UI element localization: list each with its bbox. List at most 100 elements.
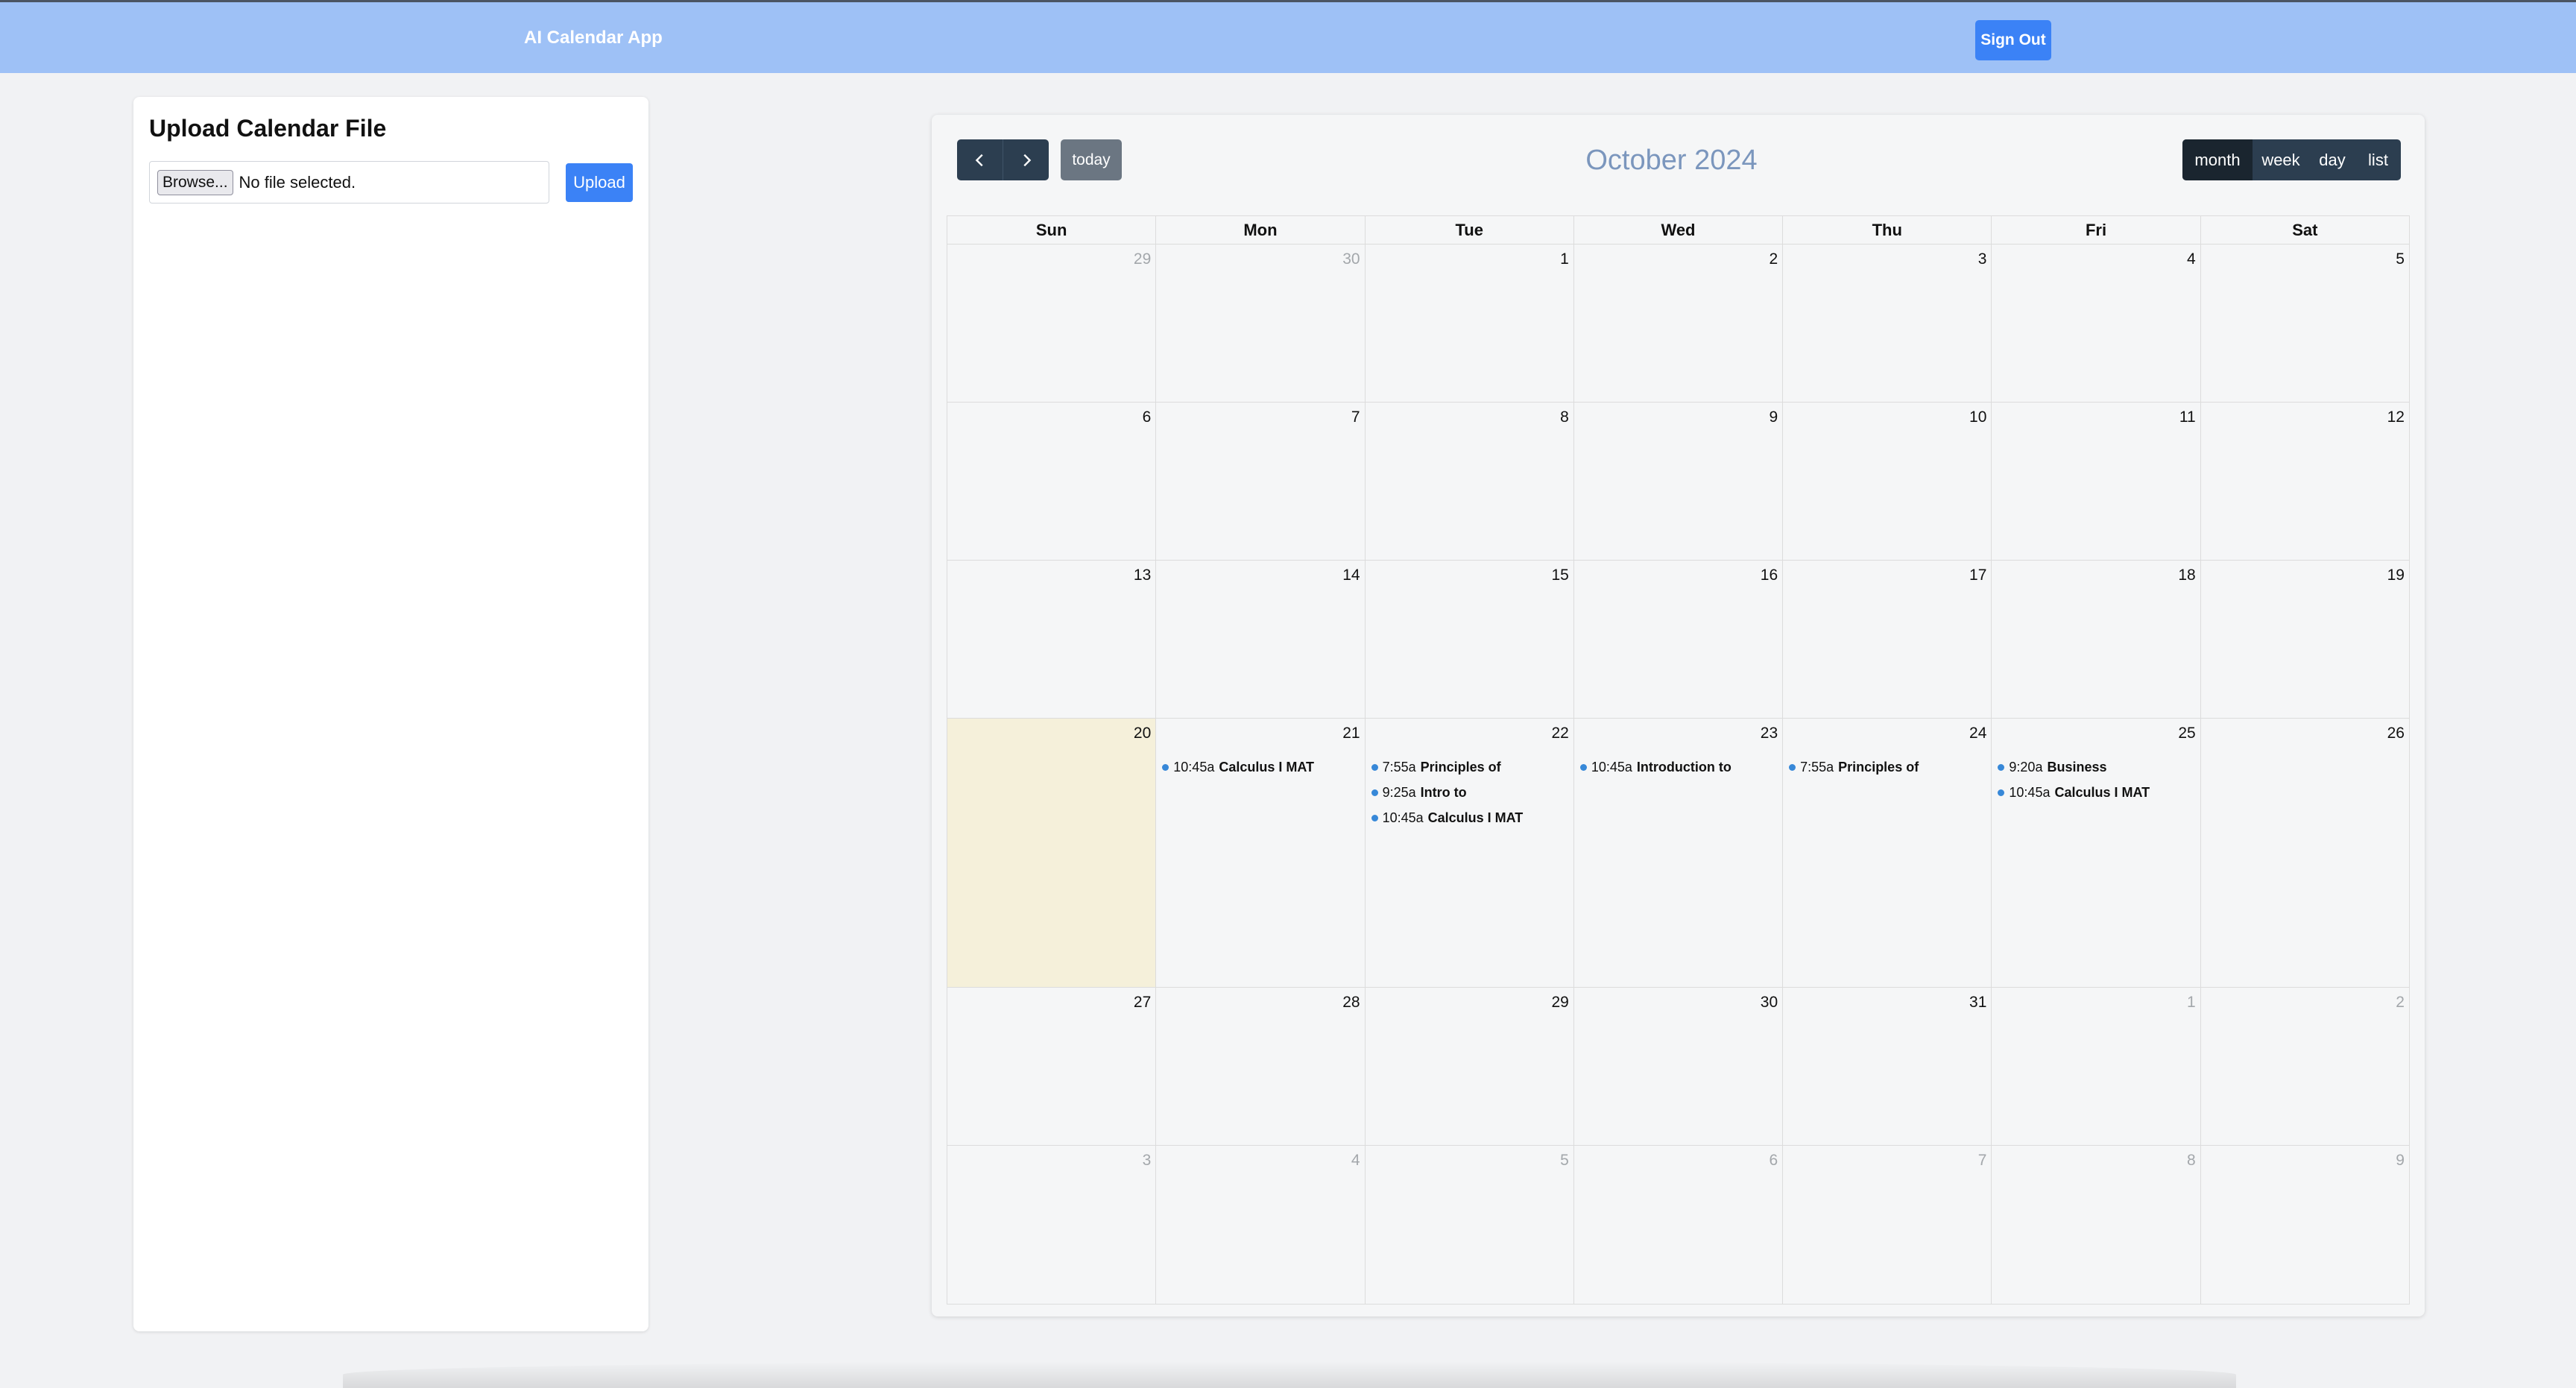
day-number[interactable]: 28 — [1342, 994, 1360, 1012]
day-cell[interactable]: 2 — [1574, 245, 1784, 402]
day-number[interactable]: 20 — [1134, 725, 1151, 742]
view-day-button[interactable]: day — [2309, 139, 2355, 180]
day-number[interactable]: 25 — [2178, 725, 2195, 742]
day-cell[interactable]: 25 9:20a Business 10:45a Calculus I MAT — [1992, 719, 2201, 987]
day-cell[interactable]: 6 — [1574, 1146, 1784, 1304]
day-number[interactable]: 5 — [1560, 1152, 1569, 1170]
day-cell[interactable]: 8 — [1992, 1146, 2201, 1304]
day-cell[interactable]: 17 — [1783, 561, 1992, 718]
day-cell[interactable]: 21 10:45a Calculus I MAT — [1156, 719, 1366, 987]
day-number[interactable]: 6 — [1769, 1152, 1778, 1170]
day-cell-today[interactable]: 20 — [947, 719, 1157, 987]
browse-button[interactable]: Browse... — [157, 169, 233, 195]
day-cell[interactable]: 16 — [1574, 561, 1784, 718]
day-cell[interactable]: 7 — [1783, 1146, 1992, 1304]
day-cell[interactable]: 22 7:55a Principles of 9:25a Intro to 10:45a C… — [1366, 719, 1574, 987]
day-number[interactable]: 6 — [1143, 408, 1152, 426]
day-cell[interactable]: 27 — [947, 988, 1157, 1145]
day-cell[interactable]: 28 — [1156, 988, 1366, 1145]
day-cell[interactable]: 2 — [2201, 988, 2409, 1145]
day-number[interactable]: 19 — [2387, 567, 2405, 584]
day-number[interactable]: 29 — [1134, 250, 1151, 268]
day-cell[interactable]: 30 — [1156, 245, 1366, 402]
day-number[interactable]: 22 — [1551, 725, 1568, 742]
day-number[interactable]: 18 — [2178, 567, 2195, 584]
day-cell[interactable]: 23 10:45a Introduction to — [1574, 719, 1784, 987]
view-week-button[interactable]: week — [2253, 139, 2309, 180]
calendar-event[interactable]: 7:55a Principles of — [1789, 754, 1988, 780]
day-number[interactable]: 10 — [1969, 408, 1986, 426]
day-cell[interactable]: 15 — [1366, 561, 1574, 718]
calendar-event[interactable]: 9:25a Intro to — [1371, 780, 1570, 805]
calendar-event[interactable]: 9:20a Business — [1998, 754, 2197, 780]
day-number[interactable]: 13 — [1134, 567, 1151, 584]
day-cell[interactable]: 3 — [1783, 245, 1992, 402]
day-number[interactable]: 12 — [2387, 408, 2405, 426]
day-cell[interactable]: 4 — [1992, 245, 2201, 402]
day-cell[interactable]: 26 — [2201, 719, 2409, 987]
upload-button[interactable]: Upload — [566, 163, 633, 202]
day-number[interactable]: 29 — [1551, 994, 1568, 1012]
day-number[interactable]: 15 — [1551, 567, 1568, 584]
day-cell[interactable]: 9 — [1574, 403, 1784, 560]
day-number[interactable]: 27 — [1134, 994, 1151, 1012]
day-cell[interactable]: 5 — [2201, 245, 2409, 402]
day-number[interactable]: 7 — [1351, 408, 1360, 426]
day-number[interactable]: 26 — [2387, 725, 2405, 742]
day-number[interactable]: 4 — [1351, 1152, 1360, 1170]
day-number[interactable]: 8 — [2187, 1152, 2196, 1170]
day-number[interactable]: 9 — [1769, 408, 1778, 426]
day-cell[interactable]: 3 — [947, 1146, 1157, 1304]
day-cell[interactable]: 1 — [1366, 245, 1574, 402]
day-number[interactable]: 9 — [2396, 1152, 2405, 1170]
calendar-event[interactable]: 10:45a Introduction to — [1579, 754, 1779, 780]
day-cell[interactable]: 5 — [1366, 1146, 1574, 1304]
view-month-button[interactable]: month — [2182, 139, 2253, 180]
day-number[interactable]: 8 — [1560, 408, 1569, 426]
day-number[interactable]: 23 — [1761, 725, 1778, 742]
day-cell[interactable]: 7 — [1156, 403, 1366, 560]
day-number[interactable]: 30 — [1761, 994, 1778, 1012]
day-number[interactable]: 21 — [1342, 725, 1360, 742]
calendar-event[interactable]: 7:55a Principles of — [1371, 754, 1570, 780]
day-cell[interactable]: 29 — [947, 245, 1157, 402]
day-number[interactable]: 3 — [1143, 1152, 1152, 1170]
day-cell[interactable]: 8 — [1366, 403, 1574, 560]
day-cell[interactable]: 29 — [1366, 988, 1574, 1145]
day-cell[interactable]: 9 — [2201, 1146, 2409, 1304]
day-number[interactable]: 11 — [2179, 408, 2196, 426]
view-list-button[interactable]: list — [2355, 139, 2401, 180]
day-cell[interactable]: 30 — [1574, 988, 1784, 1145]
day-number[interactable]: 31 — [1969, 994, 1986, 1012]
day-cell[interactable]: 4 — [1156, 1146, 1366, 1304]
day-number[interactable]: 2 — [1769, 250, 1778, 268]
day-cell[interactable]: 6 — [947, 403, 1157, 560]
day-number[interactable]: 7 — [1978, 1152, 1987, 1170]
calendar-event[interactable]: 10:45a Calculus I MAT — [1162, 754, 1361, 780]
day-cell[interactable]: 19 — [2201, 561, 2409, 718]
day-cell[interactable]: 18 — [1992, 561, 2201, 718]
day-cell[interactable]: 24 7:55a Principles of — [1783, 719, 1992, 987]
sign-out-button[interactable]: Sign Out — [1975, 20, 2051, 60]
day-number[interactable]: 16 — [1761, 567, 1778, 584]
day-cell[interactable]: 1 — [1992, 988, 2201, 1145]
day-number[interactable]: 1 — [1560, 250, 1569, 268]
day-number[interactable]: 3 — [1978, 250, 1987, 268]
day-number[interactable]: 30 — [1342, 250, 1360, 268]
day-number[interactable]: 2 — [2396, 994, 2405, 1012]
day-cell[interactable]: 12 — [2201, 403, 2409, 560]
calendar-event[interactable]: 10:45a Calculus I MAT — [1371, 805, 1570, 830]
calendar-event[interactable]: 10:45a Calculus I MAT — [1998, 780, 2197, 805]
day-number[interactable]: 14 — [1342, 567, 1360, 584]
day-cell[interactable]: 11 — [1992, 403, 2201, 560]
day-cell[interactable]: 10 — [1783, 403, 1992, 560]
file-input[interactable]: Browse... No file selected. — [149, 161, 549, 204]
day-number[interactable]: 5 — [2396, 250, 2405, 268]
day-cell[interactable]: 14 — [1156, 561, 1366, 718]
day-number[interactable]: 1 — [2187, 994, 2196, 1012]
day-cell[interactable]: 31 — [1783, 988, 1992, 1145]
day-number[interactable]: 24 — [1969, 725, 1986, 742]
day-number[interactable]: 17 — [1969, 567, 1986, 584]
day-cell[interactable]: 13 — [947, 561, 1157, 718]
day-number[interactable]: 4 — [2187, 250, 2196, 268]
